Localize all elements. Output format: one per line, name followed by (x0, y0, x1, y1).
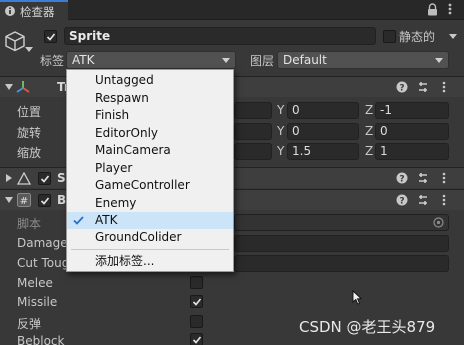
static-label: 静态的 (399, 30, 436, 44)
preset-icon[interactable] (417, 81, 429, 93)
melee-label: Melee (17, 276, 53, 290)
menu-item-finish[interactable]: Finish (67, 107, 233, 124)
icon-dropdown-arrow-icon[interactable] (25, 47, 33, 52)
svg-text:?: ? (399, 197, 404, 207)
scale-z-field[interactable]: 1 (375, 143, 449, 160)
gameobject-cube-icon (4, 30, 26, 52)
beblock-checkbox[interactable] (190, 333, 203, 345)
watermark-text: CSDN @老王头879 (299, 318, 436, 336)
rotation-x-field[interactable] (234, 123, 272, 140)
window-tab-bar (0, 0, 464, 20)
foldout-open-icon[interactable] (5, 83, 13, 91)
menu-item-untagged[interactable]: Untagged (67, 72, 233, 89)
active-checkbox[interactable] (44, 30, 57, 43)
svg-text:#: # (20, 196, 28, 207)
object-picker-icon[interactable] (433, 217, 444, 228)
help-icon[interactable]: ? (396, 194, 408, 206)
component-menu-icon[interactable] (441, 194, 447, 206)
menu-item-enemy[interactable]: Enemy (67, 195, 233, 212)
script-enabled-checkbox[interactable] (38, 194, 51, 207)
menu-item-respawn[interactable]: Respawn (67, 90, 233, 107)
component-menu-icon[interactable] (441, 81, 447, 93)
position-y-axis-label: Y (277, 103, 285, 117)
foldout-open-icon[interactable] (5, 196, 13, 204)
damage-label: Damage (17, 236, 68, 250)
lock-icon[interactable] (427, 3, 438, 16)
object-name-input[interactable]: Sprite (64, 27, 376, 45)
scale-y-field[interactable]: 1.5 (287, 143, 359, 160)
transform-axes-icon (15, 80, 31, 94)
mouse-cursor-icon (352, 290, 362, 305)
position-y-field[interactable]: 0 (287, 102, 359, 119)
script-hash-icon: # (17, 193, 31, 207)
foldout-closed-icon[interactable] (5, 174, 13, 182)
rotation-label: 旋转 (17, 126, 42, 140)
menu-item-groundcolider[interactable]: GroundColider (67, 229, 233, 246)
scale-label: 缩放 (17, 146, 42, 160)
checkmark-icon (73, 216, 84, 225)
inspector-tab[interactable]: 检查器 (0, 0, 68, 21)
menu-item-add-tag[interactable]: 添加标签... (67, 253, 233, 270)
sprite-enabled-checkbox[interactable] (38, 172, 51, 185)
rotation-y-axis-label: Y (277, 124, 285, 138)
damage-field[interactable] (234, 235, 449, 252)
cut-toughness-label: Cut Toug (17, 256, 70, 270)
chevron-down-icon (222, 58, 230, 63)
static-dropdown-arrow-icon[interactable] (449, 34, 457, 39)
rebound-checkbox[interactable] (190, 315, 203, 328)
menu-item-gamecontroller[interactable]: GameController (67, 177, 233, 194)
missile-checkbox[interactable] (190, 295, 203, 308)
sprite-renderer-icon (17, 172, 31, 185)
layer-label: 图层 (250, 54, 275, 68)
rotation-z-field[interactable]: 0 (375, 123, 449, 140)
position-z-axis-label: Z (365, 103, 374, 117)
svg-text:?: ? (399, 175, 404, 185)
preset-icon[interactable] (417, 194, 429, 206)
preset-icon[interactable] (417, 172, 429, 184)
beblock-label: Beblock (17, 334, 65, 345)
info-icon (4, 5, 16, 17)
more-options-icon[interactable] (447, 2, 453, 16)
scale-z-axis-label: Z (365, 144, 374, 158)
menu-item-player[interactable]: Player (67, 160, 233, 177)
help-icon[interactable]: ? (396, 172, 408, 184)
chevron-down-icon (435, 58, 443, 63)
menu-item-atk[interactable]: ATK (67, 212, 233, 229)
rebound-label: 反弹 (17, 317, 42, 331)
static-checkbox[interactable] (383, 30, 396, 43)
position-label: 位置 (17, 105, 42, 119)
scale-y-axis-label: Y (277, 144, 285, 158)
script-reference-field (234, 214, 449, 231)
menu-item-editoronly[interactable]: EditorOnly (67, 125, 233, 142)
menu-item-atk-label: ATK (95, 213, 118, 227)
melee-checkbox[interactable] (190, 276, 203, 289)
tag-dropdown[interactable]: ATK (66, 51, 236, 69)
rotation-z-axis-label: Z (365, 124, 374, 138)
script-label: 脚本 (17, 217, 42, 231)
tag-dropdown-menu: Untagged Respawn Finish EditorOnly MainC… (66, 69, 234, 272)
menu-separator (71, 249, 229, 250)
layer-dropdown[interactable]: Default (277, 51, 449, 69)
rotation-y-field[interactable]: 0 (287, 123, 359, 140)
missile-label: Missile (17, 295, 58, 309)
inspector-tab-label: 检查器 (20, 5, 55, 19)
cut-toughness-field[interactable] (234, 255, 449, 272)
tag-label: 标签 (40, 54, 65, 68)
svg-text:?: ? (399, 84, 404, 94)
help-icon[interactable]: ? (396, 81, 408, 93)
tag-dropdown-value: ATK (72, 53, 95, 67)
scale-x-field[interactable] (234, 143, 272, 160)
menu-item-maincamera[interactable]: MainCamera (67, 142, 233, 159)
component-menu-icon[interactable] (441, 172, 447, 184)
position-z-field[interactable]: -1 (375, 102, 449, 119)
layer-dropdown-value: Default (283, 53, 327, 67)
position-x-field[interactable] (234, 102, 272, 119)
